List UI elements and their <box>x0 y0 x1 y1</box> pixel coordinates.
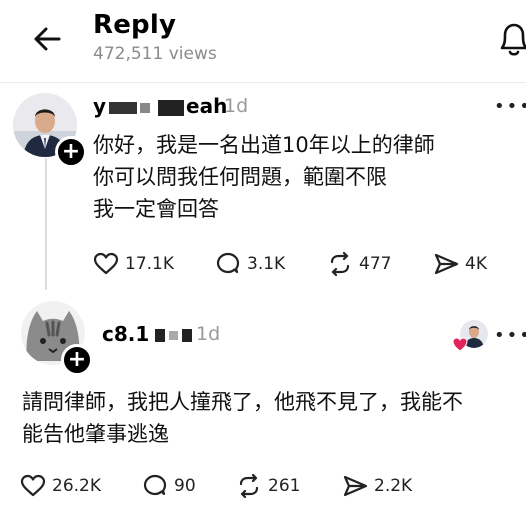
comment-icon <box>216 252 240 274</box>
comment-icon <box>143 474 167 496</box>
top-bar <box>0 0 526 83</box>
like-button[interactable]: 26.2K <box>20 473 142 499</box>
redaction-mark <box>169 331 179 340</box>
view-count: 472,511 views <box>93 44 217 64</box>
redaction-mark <box>109 101 138 114</box>
redaction-mark <box>155 329 166 342</box>
heart-icon <box>20 474 46 497</box>
username-post1[interactable]: y eah <box>93 94 227 118</box>
heart-icon <box>93 252 119 275</box>
reply-button[interactable]: 90 <box>142 473 236 499</box>
heart-icon <box>452 336 468 352</box>
repost-button[interactable]: 261 <box>236 473 342 499</box>
repost-icon <box>239 473 259 499</box>
post-time: 1d <box>196 323 221 345</box>
thread-line <box>45 158 47 290</box>
redaction-mark <box>182 329 193 342</box>
send-icon <box>434 253 459 275</box>
redaction-mark <box>140 102 151 113</box>
share-button[interactable]: 2.2K <box>342 473 412 499</box>
follow-plus-button[interactable]: + <box>61 344 93 376</box>
post-time: 1d <box>224 95 249 117</box>
post-actions: 26.2K 90 261 2.2K <box>20 473 412 499</box>
more-options-button[interactable]: ••• <box>494 96 526 117</box>
redaction-mark <box>158 99 185 116</box>
follow-plus-button[interactable]: + <box>55 136 87 168</box>
post-actions: 17.1K 3.1K 477 4K <box>93 251 487 277</box>
share-button[interactable]: 4K <box>433 251 487 277</box>
repost-button[interactable]: 477 <box>327 251 433 277</box>
post-text: 請問律師，我把人撞飛了，他飛不見了，我能不 能告他肇事逃逸 <box>22 390 463 446</box>
repost-icon <box>330 251 350 277</box>
back-arrow-icon[interactable] <box>30 22 64 56</box>
bell-icon[interactable] <box>496 20 526 60</box>
more-options-button[interactable]: ••• <box>494 325 526 346</box>
username-post2[interactable]: c8.1 <box>102 322 193 346</box>
reply-button[interactable]: 3.1K <box>215 251 327 277</box>
like-button[interactable]: 17.1K <box>93 251 215 277</box>
post-text: 你好，我是一名出道10年以上的律師 你可以問我任何問題，範圍不限 我一定會回答 <box>93 133 435 221</box>
page-title: Reply <box>93 10 177 40</box>
send-icon <box>343 475 368 497</box>
